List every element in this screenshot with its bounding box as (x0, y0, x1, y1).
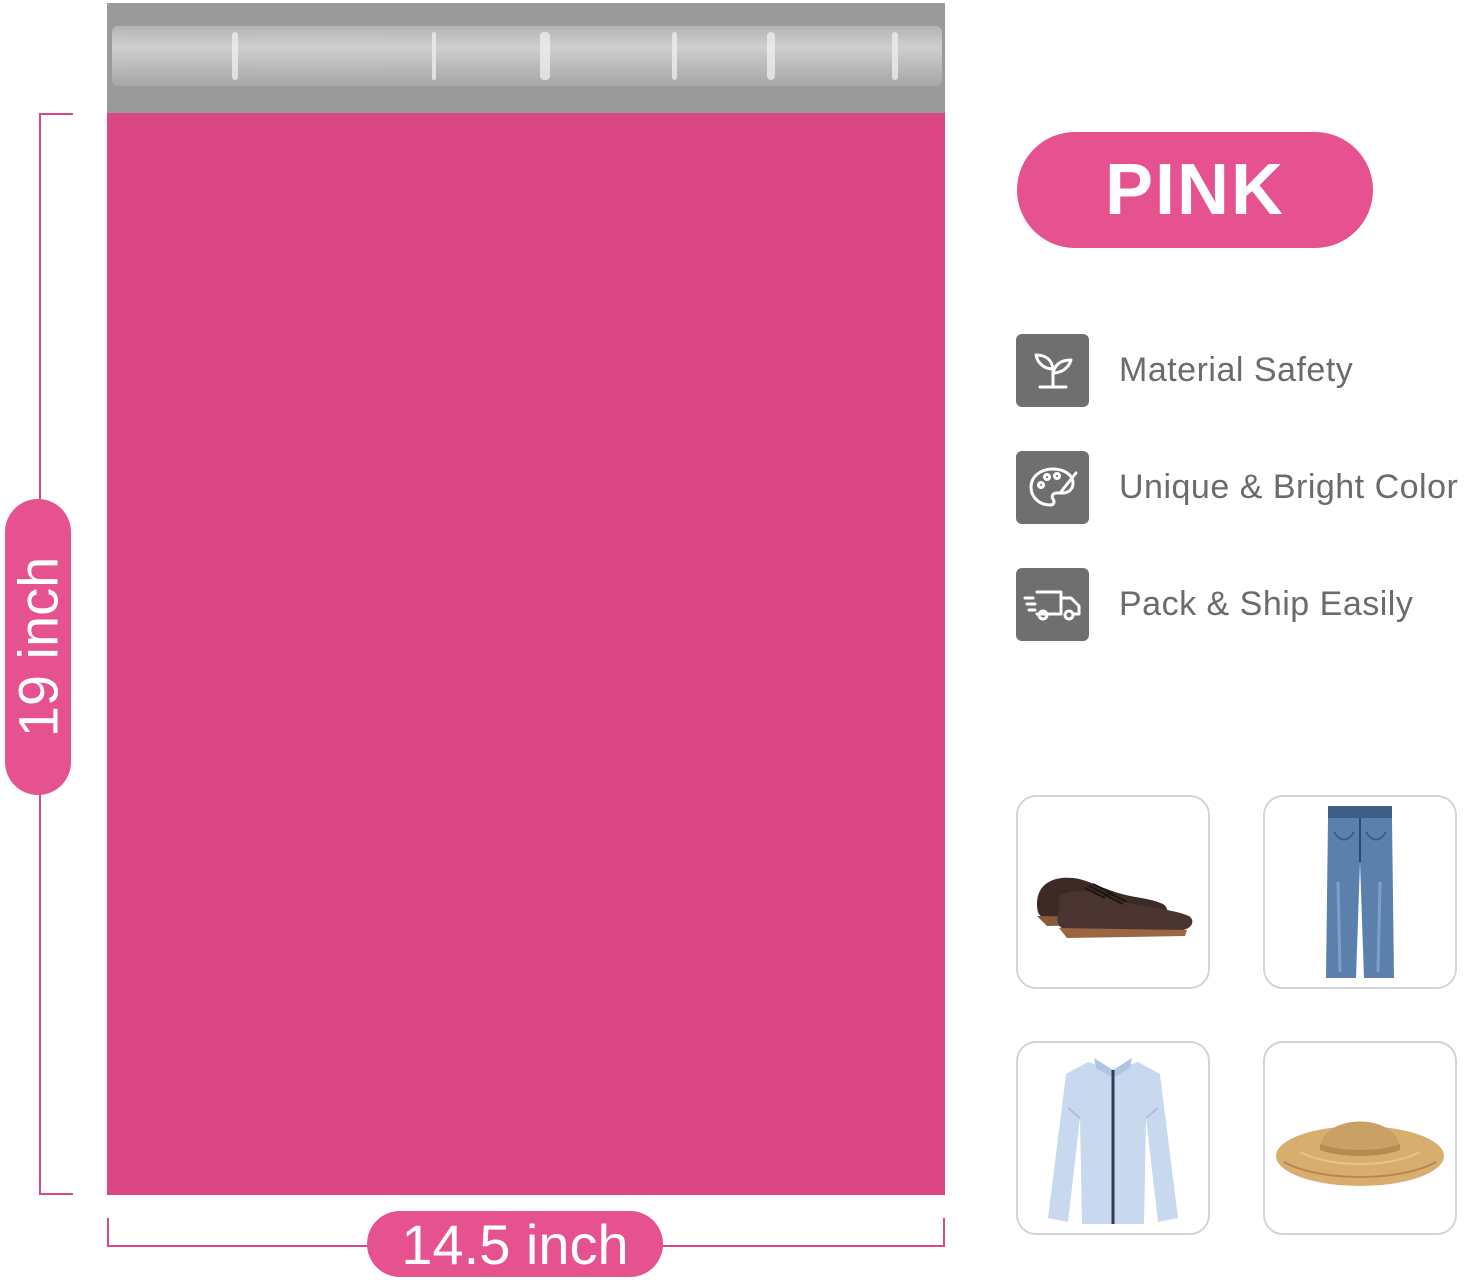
width-dimension-tick (107, 1218, 109, 1247)
width-dimension-tick (943, 1218, 945, 1247)
feature-label: Pack & Ship Easily (1119, 584, 1414, 623)
jeans-icon (1326, 806, 1394, 978)
palette-icon (1016, 450, 1089, 524)
width-label: 14.5 inch (401, 1212, 629, 1276)
color-badge: PINK (1017, 132, 1373, 248)
feature-label: Unique & Bright Color (1119, 467, 1459, 506)
feature-item-material-safety: Material Safety (1016, 333, 1354, 407)
height-dimension-tick (39, 1193, 73, 1195)
feature-item-pack-ship: Pack & Ship Easily (1016, 567, 1414, 641)
feature-label: Material Safety (1119, 350, 1354, 389)
dress-shoes-icon (1037, 877, 1193, 938)
mailer-bag (107, 113, 945, 1195)
sun-hat-icon (1276, 1121, 1444, 1186)
height-dimension-tick (39, 113, 73, 115)
sprout-icon (1016, 333, 1089, 407)
peel-tape (112, 26, 942, 86)
product-tile-shirt (1016, 1041, 1210, 1235)
width-label-badge: 14.5 inch (367, 1211, 663, 1277)
delivery-truck-icon (1016, 567, 1089, 641)
product-tile-hat (1263, 1041, 1457, 1235)
height-label-badge: 19 inch (5, 499, 71, 795)
height-label: 19 inch (6, 556, 70, 738)
product-tile-shoes (1016, 795, 1210, 989)
feature-item-bright-color: Unique & Bright Color (1016, 450, 1459, 524)
color-label: PINK (1104, 150, 1286, 230)
dress-shirt-icon (1048, 1058, 1178, 1224)
product-tile-jeans (1263, 795, 1457, 989)
